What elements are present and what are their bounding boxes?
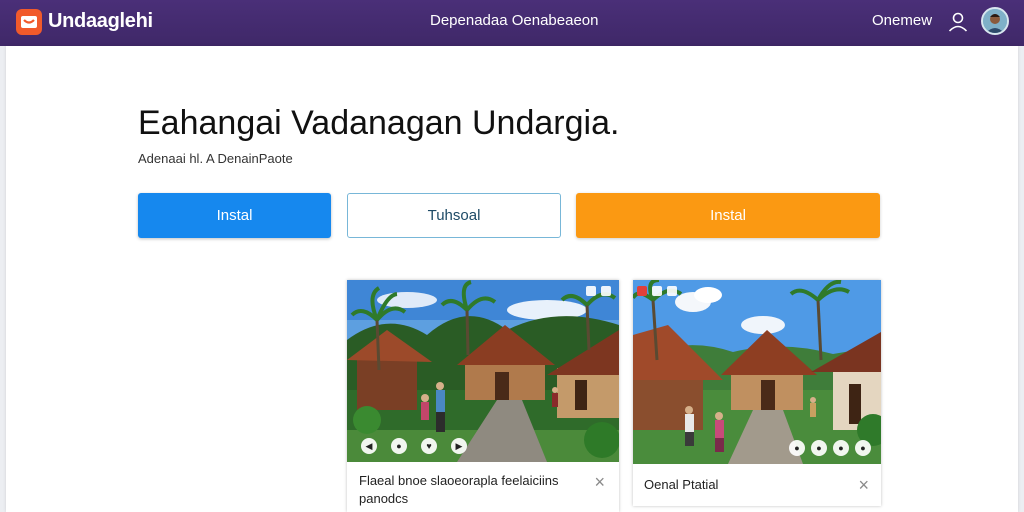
user-icon[interactable] bbox=[946, 10, 970, 34]
app-logo-icon[interactable] bbox=[16, 9, 42, 35]
close-icon[interactable]: × bbox=[858, 476, 869, 494]
media-card[interactable]: ◀ ● ♥ ▶ Flaeal bnoe slaoeorapla feelaici… bbox=[347, 280, 619, 512]
photo-top-icons bbox=[586, 286, 611, 296]
secondary-button[interactable]: Tuhsoal bbox=[347, 193, 561, 238]
next-icon[interactable]: ▶ bbox=[451, 438, 467, 454]
install-button-primary[interactable]: Instal bbox=[138, 193, 331, 238]
media-controls: ● ● ● ● bbox=[789, 440, 871, 456]
card-caption: Oenal Ptatial bbox=[644, 477, 719, 492]
location-pin-icon[interactable]: ● bbox=[811, 440, 827, 456]
media-controls: ◀ ● ♥ ▶ bbox=[361, 438, 467, 454]
logo-mark-icon bbox=[21, 16, 37, 28]
village-photo-image bbox=[633, 280, 881, 464]
avatar[interactable] bbox=[981, 7, 1009, 35]
record-icon[interactable] bbox=[637, 286, 647, 296]
app-title[interactable]: Undaaglehi bbox=[48, 10, 153, 33]
location-pin-icon[interactable]: ● bbox=[391, 438, 407, 454]
next-icon[interactable]: ● bbox=[855, 440, 871, 456]
card-caption: Flaeal bnoe slaoeorapla feelaiciins pano… bbox=[359, 473, 559, 506]
village-photo-image bbox=[347, 280, 619, 462]
info-icon[interactable] bbox=[667, 286, 677, 296]
nav-link-center[interactable]: Depenadaa Oenabeaeon bbox=[430, 12, 599, 29]
village-photo[interactable]: ◀ ● ♥ ▶ bbox=[347, 280, 619, 462]
page-title: Eahangai Vadanagan Undargia. bbox=[138, 104, 620, 142]
top-navigation-bar: Undaaglehi Depenadaa Oenabeaeon Onemew bbox=[0, 0, 1024, 46]
page-subtitle: Adenaai hl. A DenainPaote bbox=[138, 151, 293, 166]
previous-icon[interactable]: ● bbox=[789, 440, 805, 456]
avatar-portrait-icon bbox=[983, 9, 1007, 33]
like-icon[interactable]: ● bbox=[833, 440, 849, 456]
nav-link-right[interactable]: Onemew bbox=[872, 12, 932, 29]
close-icon[interactable]: × bbox=[594, 473, 605, 491]
media-card[interactable]: ● ● ● ● Oenal Ptatial × bbox=[633, 280, 881, 506]
camera-icon[interactable] bbox=[652, 286, 662, 296]
like-icon[interactable]: ♥ bbox=[421, 438, 437, 454]
previous-icon[interactable]: ◀ bbox=[361, 438, 377, 454]
photo-top-icons bbox=[637, 286, 677, 296]
share-icon[interactable] bbox=[586, 286, 596, 296]
more-icon[interactable] bbox=[601, 286, 611, 296]
install-button-orange[interactable]: Instal bbox=[576, 193, 880, 238]
village-photo[interactable]: ● ● ● ● bbox=[633, 280, 881, 464]
